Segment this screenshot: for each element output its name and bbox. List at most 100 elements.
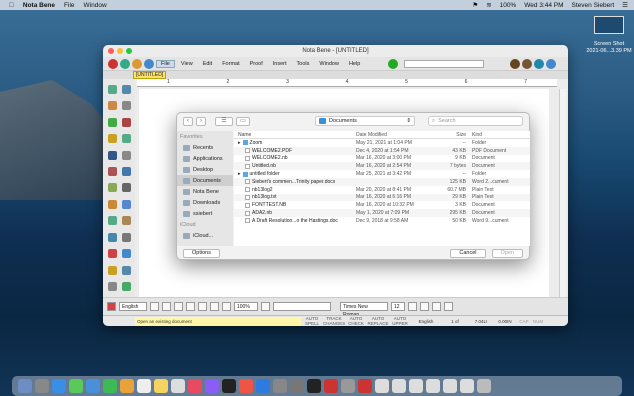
column-date[interactable]: Date Modified (356, 132, 436, 138)
menu-file-nb[interactable]: File (156, 59, 175, 68)
left-tool-icon[interactable] (121, 101, 131, 111)
tool-icon-1[interactable] (510, 58, 521, 69)
notes-icon[interactable] (154, 379, 168, 393)
sidebar-item-home[interactable]: ssiebert (177, 208, 233, 219)
file-row[interactable]: WELCOME2.PDF Dec 4, 2020 at 1:54 PM 43 KB P… (234, 146, 530, 155)
format-icon[interactable] (174, 302, 183, 311)
palette-icon[interactable] (132, 58, 142, 69)
calendar-icon[interactable] (137, 379, 151, 393)
tool-icon-2[interactable] (522, 58, 533, 69)
left-tool-icon[interactable] (107, 183, 117, 193)
file-row[interactable]: A Draft Resolution...o the Hastings.doc D… (234, 217, 530, 225)
left-tool-icon[interactable] (107, 84, 117, 94)
location-select[interactable]: Documents ⇕ (315, 116, 415, 126)
news-icon[interactable] (239, 379, 253, 393)
app-icon[interactable] (341, 379, 355, 393)
new-folder-button[interactable]: ▭ (236, 116, 250, 126)
font-size-select[interactable]: 12 (391, 302, 405, 311)
window-thumb-icon[interactable] (409, 379, 423, 393)
reminders-icon[interactable] (171, 379, 185, 393)
cancel-button[interactable]: Cancel (450, 248, 486, 258)
window-thumb-icon[interactable] (460, 379, 474, 393)
music-icon[interactable] (188, 379, 202, 393)
format-icon[interactable] (150, 302, 159, 311)
file-row[interactable]: nb13log2 Mar 20, 2020 at 8:41 PM 60.7 MB Pl… (234, 186, 530, 194)
left-tool-icon[interactable] (121, 216, 131, 226)
photos-icon[interactable] (120, 379, 134, 393)
disclosure-icon[interactable]: ▸ (238, 140, 241, 146)
window-thumb-icon[interactable] (426, 379, 440, 393)
left-tool-icon[interactable] (121, 134, 131, 144)
stop-icon[interactable] (108, 58, 118, 69)
app-store-icon[interactable] (256, 379, 270, 393)
sidebar-item-recents[interactable]: Recents (177, 142, 233, 153)
status-track-changes[interactable]: TRACK CHANGES (323, 316, 345, 326)
file-row[interactable]: Siebert's commen...Trinity paper.docx 125… (234, 177, 530, 186)
column-size[interactable]: Size (436, 132, 472, 138)
nota-bene-icon[interactable] (324, 379, 338, 393)
status-auto-check[interactable]: AUTO CHECK (345, 316, 367, 326)
left-tool-icon[interactable] (121, 232, 131, 242)
left-tool-icon[interactable] (121, 265, 131, 275)
view-mode-button[interactable]: ☰ (215, 116, 233, 126)
left-tool-icon[interactable] (107, 199, 117, 209)
format-icon[interactable] (444, 302, 453, 311)
finder-icon[interactable] (18, 379, 32, 393)
tool-icon-3[interactable] (534, 58, 545, 69)
apple-icon[interactable]:  (9, 2, 14, 9)
search-field[interactable]: ⌕ Search (428, 116, 523, 126)
mail-icon[interactable] (86, 379, 100, 393)
file-row[interactable]: ▸ untitled folder Mar 25, 2021 at 3:42 PM -… (234, 170, 530, 178)
podcasts-icon[interactable] (205, 379, 219, 393)
vertical-scrollbar[interactable] (559, 89, 566, 297)
format-icon[interactable] (222, 302, 231, 311)
disclosure-icon[interactable]: ▸ (238, 171, 241, 177)
trash-icon[interactable] (477, 379, 491, 393)
left-tool-icon[interactable] (107, 150, 117, 160)
nav-icon[interactable] (120, 58, 130, 69)
sidebar-item-nota-bene[interactable]: Nota Bene (177, 186, 233, 197)
left-tool-icon[interactable] (121, 117, 131, 127)
language-select[interactable]: English (119, 302, 147, 311)
format-icon[interactable] (408, 302, 417, 311)
tool-icon-4[interactable] (546, 58, 557, 69)
file-row[interactable]: Untitled.nb Mar 16, 2020 at 2:54 PM 7 byte… (234, 162, 530, 171)
file-row[interactable]: ADA2.nb May 1, 2020 at 7:09 PM 295 KB Docum… (234, 209, 530, 217)
open-button[interactable]: Open (491, 248, 523, 258)
file-row[interactable]: nb13log.txt Mar 16, 2020 at 6:16 PM 29 KB P… (234, 193, 530, 202)
menu-list-icon[interactable]: ☰ (622, 1, 628, 9)
left-tool-icon[interactable] (121, 183, 131, 193)
nota-bene-doc-icon[interactable] (358, 379, 372, 393)
format-icon[interactable] (198, 302, 207, 311)
forward-button[interactable]: › (196, 116, 206, 126)
left-tool-icon[interactable] (121, 249, 131, 259)
left-tool-icon[interactable] (121, 150, 131, 160)
file-row[interactable]: FONTTEST.NB Mar 16, 2020 at 10:32 PM 3 KB D… (234, 201, 530, 209)
left-tool-icon[interactable] (121, 199, 131, 209)
menu-window-nb[interactable]: Window (315, 61, 343, 67)
sidebar-item-documents[interactable]: Documents (177, 175, 233, 186)
settings-icon[interactable] (273, 379, 287, 393)
window-thumb-icon[interactable] (443, 379, 457, 393)
tab-untitled[interactable]: [UNTITLED] (133, 71, 167, 79)
minimize-button[interactable] (117, 48, 123, 54)
menu-file[interactable]: File (64, 2, 74, 9)
ruler[interactable]: 1234567 (137, 79, 557, 87)
launchpad-icon[interactable] (35, 379, 49, 393)
sidebar-item-desktop[interactable]: Desktop (177, 164, 233, 175)
sidebar-item-icloud[interactable]: iCloud... (177, 230, 233, 241)
format-icon[interactable] (186, 302, 195, 311)
column-name[interactable]: Name (234, 132, 356, 138)
format-icon[interactable] (162, 302, 171, 311)
left-tool-icon[interactable] (121, 84, 131, 94)
menu-insert[interactable]: Insert (269, 61, 291, 67)
menu-app-name[interactable]: Nota Bene (23, 2, 55, 9)
left-tool-icon[interactable] (107, 232, 117, 242)
sidebar-item-downloads[interactable]: Downloads (177, 197, 233, 208)
file-row[interactable]: ▸ Zoom May 21, 2021 at 1:04 PM -- Folder (234, 139, 530, 147)
command-input[interactable] (404, 59, 485, 68)
flag-icon[interactable]: ⚑ (472, 1, 478, 9)
left-tool-icon[interactable] (107, 101, 117, 111)
status-auto-upper[interactable]: AUTO UPPER (389, 316, 411, 326)
status-auto-spell[interactable]: AUTO SPELL (301, 316, 323, 326)
